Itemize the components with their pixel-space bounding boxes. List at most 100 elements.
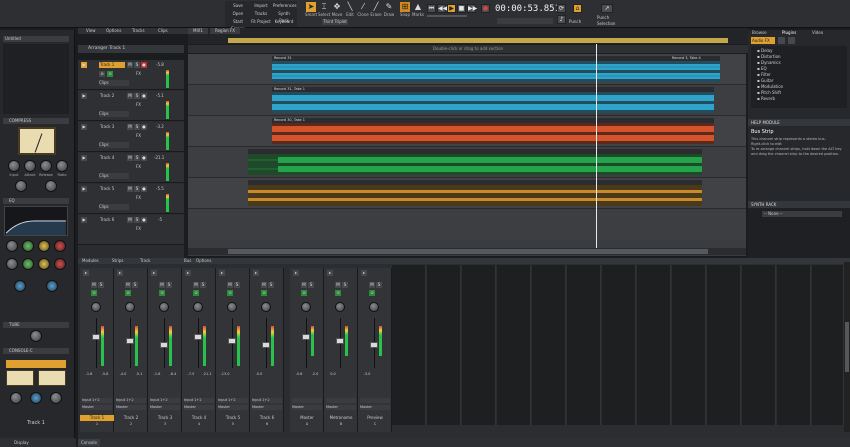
strip-expand-icon[interactable]: ▸ [151, 270, 157, 276]
arranger-lane[interactable]: Double-click or drag to add section [188, 45, 748, 53]
input-selector[interactable] [326, 398, 356, 403]
strip-expand-icon[interactable]: ▸ [293, 270, 299, 276]
mute-button[interactable]: M [369, 282, 375, 288]
eq-knob[interactable] [6, 240, 18, 252]
audio-clip[interactable] [248, 149, 702, 175]
clone-tool[interactable]: ⁄ Clone [357, 2, 369, 20]
mute-button[interactable]: M [301, 282, 307, 288]
loop-button[interactable]: ⟳ [557, 4, 566, 13]
browse-tab[interactable]: Browse [752, 30, 767, 35]
mute-button[interactable]: M [127, 62, 133, 68]
channel-strip[interactable]: ▸ M S ⊙ -0.6 -2.0 Master Master A [290, 268, 324, 432]
strip-expand-icon[interactable]: ▸ [185, 270, 191, 276]
channel-strip[interactable]: ▸ M S ⊙ -3.0 Master Preview C [358, 268, 392, 432]
open-button[interactable]: Open [227, 10, 249, 17]
console-tab[interactable]: Console [78, 439, 100, 446]
position-slider[interactable] [427, 15, 467, 17]
strip-expand-icon[interactable]: ▸ [219, 270, 225, 276]
clips-selector[interactable]: Clips [99, 111, 129, 117]
eq-header[interactable]: EQ [3, 198, 69, 204]
output-selector[interactable]: Master [184, 405, 214, 410]
stop-button[interactable]: ■ [457, 4, 466, 13]
phase-button[interactable]: ⊘ [99, 71, 105, 77]
display-tab[interactable]: Display [0, 438, 76, 447]
console-type-selector[interactable] [6, 360, 66, 368]
input-selector[interactable]: Input 1+2 [116, 398, 146, 403]
output-selector[interactable]: Master [326, 405, 356, 410]
input-selector[interactable]: Input 1+2 [82, 398, 112, 403]
output-selector[interactable]: Master [292, 405, 322, 410]
video-tab[interactable]: Video [812, 30, 823, 35]
track-row-1[interactable]: ▶ Track 1 M S ● -5.8 ⊘ ⊙ Clips FX [78, 60, 184, 90]
solo-button[interactable]: S [134, 93, 140, 99]
import-button[interactable]: Import [250, 2, 272, 9]
mute-button[interactable]: M [127, 124, 133, 130]
mute-button[interactable]: M [159, 282, 165, 288]
track-volume-value[interactable]: -5.5 [156, 186, 164, 191]
output-selector[interactable]: Master [360, 405, 390, 410]
solo-button[interactable]: S [200, 282, 206, 288]
track-volume-value[interactable]: -5 [158, 217, 162, 222]
fx-label[interactable]: FX [136, 102, 141, 107]
eq-knob[interactable] [38, 258, 50, 270]
track-row-6[interactable]: ▶ Track 6 M S ● -5 FX [78, 215, 184, 245]
save-button[interactable]: Save [227, 2, 249, 9]
mute-button[interactable]: M [91, 282, 97, 288]
erase-tool[interactable]: ╱ Erase [370, 2, 382, 20]
help-module-header[interactable]: HELP MODULE [748, 119, 850, 126]
threshold-knob[interactable] [15, 180, 27, 192]
preset-selector[interactable]: Untitled [3, 36, 69, 42]
arm-button[interactable]: ● [141, 186, 147, 192]
console-emulator-header[interactable]: CONSOLE-C [3, 348, 69, 354]
attack-knob[interactable] [24, 160, 36, 172]
output-selector[interactable]: Master [82, 405, 112, 410]
solo-button[interactable]: S [342, 282, 348, 288]
solo-button[interactable]: S [166, 282, 172, 288]
view-menu[interactable]: View [86, 28, 96, 33]
timeline-ruler[interactable]: MIX1 Region FX [188, 28, 748, 44]
track-row-4[interactable]: ▶ Track 4 M S ● -21.1 Clips FX [78, 153, 184, 183]
volume-value[interactable]: -13.0 [217, 372, 233, 376]
selection-button[interactable]: ↗ [601, 4, 613, 13]
arranger-section-tab[interactable]: MIX1 [188, 28, 208, 34]
input-selector[interactable]: Input 1+2 [184, 398, 214, 403]
volume-value[interactable]: -4.0 [115, 372, 131, 376]
audio-clip[interactable]: Record 31, Take 1 [272, 87, 714, 113]
fx-label[interactable]: FX [136, 71, 141, 76]
fit-project-button[interactable]: Fit Project [250, 18, 272, 25]
drive-knob[interactable] [30, 392, 42, 404]
fx-label[interactable]: FX [136, 226, 141, 231]
synth-rack-header[interactable]: SYNTH RACK [748, 201, 850, 208]
input-selector[interactable]: Input 1+2 [150, 398, 180, 403]
bus-menu[interactable]: Bus [184, 258, 191, 263]
channel-strip[interactable]: ▸ M S ⊙ -0.0 Input 1+2 Master Track 66 [250, 268, 284, 432]
track-name[interactable]: Track 4 [99, 155, 125, 161]
time-display[interactable]: 00:00:53.851 [495, 2, 560, 16]
layout-icon[interactable] [788, 37, 795, 44]
arm-button[interactable]: ● [141, 124, 147, 130]
tracks-menu[interactable]: Tracks [132, 28, 145, 33]
clips-pane[interactable]: Record 31 Record 3, Take 4 Record 31, Ta… [188, 44, 746, 256]
smart-tool[interactable]: ➤ Smart [305, 2, 317, 20]
track-name[interactable]: Track 5 [99, 186, 125, 192]
keyboard-button[interactable]: Keyboard [273, 18, 295, 25]
track-name[interactable]: Track 2 [99, 93, 125, 99]
tracks-button[interactable]: Tracks [250, 10, 272, 17]
input-echo-button[interactable]: ⊙ [227, 290, 233, 296]
fast-forward-button[interactable]: ▶▶ [467, 4, 477, 13]
volume-value[interactable]: -3.0 [359, 372, 375, 376]
track-row-3[interactable]: ▶ Track 3 M S ● -3.2 Clips FX [78, 122, 184, 152]
clips-selector[interactable]: Clips [99, 80, 129, 86]
input-selector[interactable]: Input 1+2 [252, 398, 282, 403]
eq-knob[interactable] [22, 258, 34, 270]
solo-button[interactable]: S [134, 124, 140, 130]
volume-fader[interactable] [336, 338, 344, 344]
track-volume-value[interactable]: -21.1 [154, 155, 164, 160]
mute-button[interactable]: M [127, 93, 133, 99]
mute-button[interactable]: M [227, 282, 233, 288]
input-echo-button[interactable]: ⊙ [301, 290, 307, 296]
eq-knob[interactable] [14, 280, 26, 292]
strip-name[interactable]: Metronome [324, 415, 358, 421]
plugins-tab[interactable]: Plugins [782, 30, 796, 35]
solo-button[interactable]: S [134, 186, 140, 192]
